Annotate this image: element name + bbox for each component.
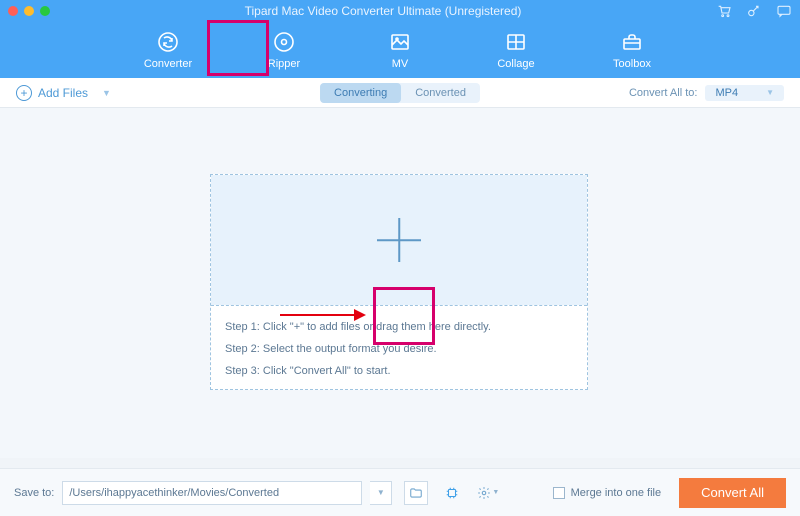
- tab-label: Collage: [497, 58, 534, 70]
- toolbox-icon: [620, 30, 644, 54]
- zoom-window-button[interactable]: [40, 6, 50, 16]
- minimize-window-button[interactable]: [24, 6, 34, 16]
- titlebar: Tipard Mac Video Converter Ultimate (Unr…: [0, 0, 800, 22]
- step-text: Step 3: Click "Convert All" to start.: [225, 360, 573, 382]
- output-format-dropdown[interactable]: MP4 ▼: [705, 85, 784, 101]
- tab-mv[interactable]: MV: [370, 26, 430, 74]
- tab-converter[interactable]: Converter: [138, 26, 198, 74]
- collage-icon: [504, 30, 528, 54]
- cart-icon[interactable]: [716, 3, 732, 19]
- main-navbar: Converter Ripper MV Collage Toolbox: [0, 22, 800, 78]
- gear-icon: [477, 486, 491, 500]
- window-title: Tipard Mac Video Converter Ultimate (Unr…: [50, 4, 716, 18]
- tab-label: MV: [392, 58, 409, 70]
- segment-converted[interactable]: Converted: [401, 83, 480, 103]
- chevron-down-icon: ▼: [492, 489, 499, 496]
- drop-zone[interactable]: Step 1: Click "+" to add files or drag t…: [210, 174, 588, 390]
- step-text: Step 1: Click "+" to add files or drag t…: [225, 316, 573, 338]
- convert-all-button[interactable]: Convert All: [679, 478, 786, 508]
- merge-label: Merge into one file: [571, 487, 662, 499]
- window-controls: [8, 6, 50, 16]
- status-segmented: Converting Converted: [320, 83, 480, 103]
- chevron-down-icon[interactable]: ▼: [102, 88, 111, 98]
- plus-circle-icon: +: [16, 85, 32, 101]
- close-window-button[interactable]: [8, 6, 18, 16]
- checkbox-icon: [553, 487, 565, 499]
- add-files-label: Add Files: [38, 86, 88, 100]
- tab-toolbox[interactable]: Toolbox: [602, 26, 662, 74]
- tab-label: Ripper: [268, 58, 300, 70]
- feedback-icon[interactable]: [776, 3, 792, 19]
- save-path-dropdown[interactable]: ▼: [370, 481, 392, 505]
- tab-label: Toolbox: [613, 58, 651, 70]
- settings-button[interactable]: ▼: [476, 481, 500, 505]
- sub-toolbar: + Add Files ▼ Converting Converted Conve…: [0, 78, 800, 108]
- convert-all-to-label: Convert All to:: [629, 87, 697, 99]
- chevron-down-icon: ▼: [766, 88, 774, 97]
- save-to-label: Save to:: [14, 487, 54, 499]
- hardware-accel-button[interactable]: [440, 481, 464, 505]
- tab-ripper[interactable]: Ripper: [254, 26, 314, 74]
- converter-icon: [156, 30, 180, 54]
- open-folder-button[interactable]: [404, 481, 428, 505]
- instruction-steps: Step 1: Click "+" to add files or drag t…: [211, 305, 587, 392]
- image-icon: [388, 30, 412, 54]
- tab-label: Converter: [144, 58, 192, 70]
- footer-bar: Save to: ▼ ▼ Merge into one file Convert…: [0, 468, 800, 516]
- folder-icon: [409, 486, 423, 500]
- disc-icon: [272, 30, 296, 54]
- save-path-input[interactable]: [62, 481, 362, 505]
- segment-converting[interactable]: Converting: [320, 83, 401, 103]
- tab-collage[interactable]: Collage: [486, 26, 546, 74]
- key-icon[interactable]: [746, 3, 762, 19]
- merge-checkbox[interactable]: Merge into one file: [553, 487, 662, 499]
- add-files-big-plus-icon[interactable]: [377, 218, 421, 262]
- output-format-value: MP4: [715, 87, 738, 99]
- step-text: Step 2: Select the output format you des…: [225, 338, 573, 360]
- drop-zone-top[interactable]: [211, 175, 587, 305]
- add-files-button[interactable]: + Add Files ▼: [16, 85, 111, 101]
- chip-icon: [445, 486, 459, 500]
- main-canvas: Step 1: Click "+" to add files or drag t…: [0, 108, 800, 458]
